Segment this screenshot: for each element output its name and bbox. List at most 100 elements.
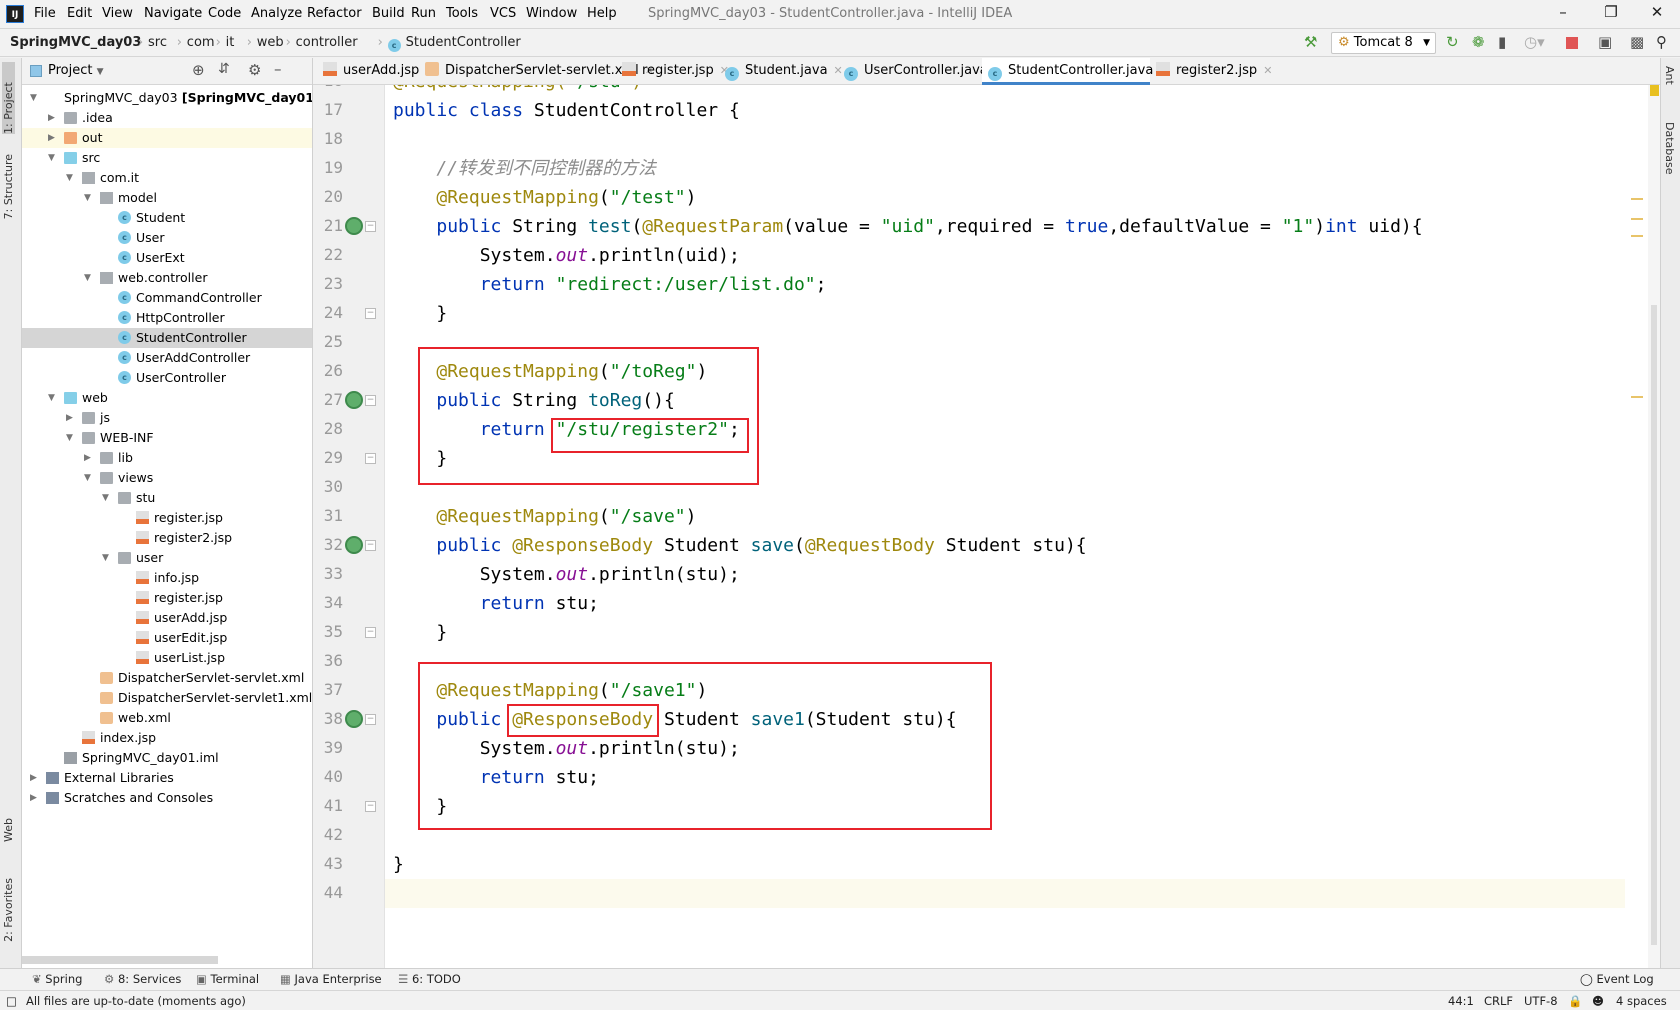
tree-item[interactable]: ▶ lib <box>22 448 312 468</box>
indent-setting[interactable]: 4 spaces <box>1616 994 1667 1008</box>
collapsed-arrow-icon[interactable]: ▶ <box>30 768 37 788</box>
ant-tool-tab[interactable]: Ant <box>1663 66 1676 85</box>
terminal-icon[interactable]: ▩ <box>1630 33 1644 51</box>
tab-dispatcherservlet-servlet-xml[interactable]: DispatcherServlet-servlet.xml ✕ <box>419 58 654 85</box>
expanded-arrow-icon[interactable]: ▼ <box>30 88 37 108</box>
scrollbar-thumb[interactable] <box>1651 305 1657 945</box>
tree-item[interactable]: ▶ out <box>22 128 312 148</box>
search-icon[interactable]: ⚲ <box>1656 33 1667 51</box>
tree-item[interactable]: ▼ views <box>22 468 312 488</box>
breadcrumb-item[interactable]: com <box>187 35 215 50</box>
collapsed-arrow-icon[interactable]: ▶ <box>30 788 37 808</box>
run-config-select[interactable]: ⚙ Tomcat 8 ▼ <box>1331 32 1436 54</box>
collapse-all-icon[interactable]: ⇵ <box>218 61 230 77</box>
expanded-arrow-icon[interactable]: ▼ <box>102 548 109 568</box>
breadcrumb-item[interactable]: src <box>148 35 167 50</box>
project-tool-tab[interactable]: 1: Project <box>2 62 15 134</box>
menu-window[interactable]: Window <box>526 6 577 21</box>
tree-item[interactable]: c CommandController <box>22 288 312 308</box>
collapsed-arrow-icon[interactable]: ▶ <box>48 128 55 148</box>
hammer-icon[interactable]: ⚒ <box>1304 33 1317 51</box>
tree-item[interactable]: register2.jsp <box>22 528 312 548</box>
tab-usercontroller-java[interactable]: cUserController.java✕ <box>838 58 1003 85</box>
horizontal-scrollbar[interactable] <box>22 956 218 964</box>
request-mapping-web-icon[interactable] <box>345 536 363 554</box>
editor-scrollbar[interactable] <box>1648 85 1660 968</box>
tree-item[interactable]: ▼ web.controller <box>22 268 312 288</box>
tree-item[interactable]: DispatcherServlet-servlet.xml <box>22 668 312 688</box>
tab-register2-jsp[interactable]: register2.jsp ✕ <box>1150 58 1313 85</box>
tree-item[interactable]: c UserController <box>22 368 312 388</box>
expanded-arrow-icon[interactable]: ▼ <box>48 388 55 408</box>
tree-item[interactable]: c UserExt <box>22 248 312 268</box>
stop-icon[interactable] <box>1566 37 1578 49</box>
request-mapping-web-icon[interactable] <box>345 391 363 409</box>
tree-item[interactable]: register.jsp <box>22 588 312 608</box>
line-separator[interactable]: CRLF <box>1484 994 1513 1008</box>
tree-item[interactable]: ▼ user <box>22 548 312 568</box>
fold-marker-icon[interactable]: − <box>365 540 376 551</box>
tab-student-java[interactable]: c Student.java ✕ <box>719 58 843 85</box>
tree-item[interactable]: ▼ web <box>22 388 312 408</box>
tree-item[interactable]: c User <box>22 228 312 248</box>
tree-item[interactable]: index.jsp <box>22 728 312 748</box>
caret-position[interactable]: 44:1 <box>1448 994 1474 1008</box>
menu-vcs[interactable]: VCS <box>490 6 516 21</box>
tree-item[interactable]: register.jsp <box>22 508 312 528</box>
menu-view[interactable]: View <box>102 6 133 21</box>
tree-item[interactable]: ▶ External Libraries <box>22 768 312 788</box>
tree-item[interactable]: ▶ Scratches and Consoles <box>22 788 312 808</box>
fold-marker-icon[interactable]: − <box>365 801 376 812</box>
tab-useradd-jsp[interactable]: userAdd.jsp✕ <box>317 58 435 85</box>
locate-icon[interactable]: ⊕ <box>192 61 205 79</box>
expanded-arrow-icon[interactable]: ▼ <box>48 148 55 168</box>
expanded-arrow-icon[interactable]: ▼ <box>102 488 109 508</box>
tree-item[interactable]: userEdit.jsp <box>22 628 312 648</box>
file-encoding[interactable]: UTF-8 <box>1524 994 1558 1008</box>
fold-marker-icon[interactable]: − <box>365 221 376 232</box>
fold-marker-icon[interactable]: − <box>365 308 376 319</box>
breadcrumb-item[interactable]: web <box>257 35 284 50</box>
fold-marker-icon[interactable]: − <box>365 453 376 464</box>
tool-terminal[interactable]: ▣ Terminal <box>196 972 259 986</box>
breadcrumb-item[interactable]: it <box>226 35 235 50</box>
minimize-button[interactable]: – <box>1548 3 1578 21</box>
favorites-tool-tab[interactable]: 2: Favorites <box>2 878 15 942</box>
project-structure-icon[interactable]: ▣ <box>1598 33 1612 51</box>
tree-item[interactable]: DispatcherServlet-servlet1.xml <box>22 688 312 708</box>
structure-tool-tab[interactable]: 7: Structure <box>2 154 15 219</box>
tab-register-jsp[interactable]: register.jsp ✕ <box>616 58 729 85</box>
request-mapping-web-icon[interactable] <box>345 710 363 728</box>
tree-item[interactable]: ▶ js <box>22 408 312 428</box>
menu-tools[interactable]: Tools <box>446 6 478 21</box>
lock-icon[interactable]: 🔒 <box>1568 994 1582 1008</box>
fold-marker-icon[interactable]: − <box>365 395 376 406</box>
request-mapping-web-icon[interactable] <box>345 217 363 235</box>
tree-item[interactable]: c StudentController <box>22 328 312 348</box>
menu-analyze[interactable]: Analyze <box>251 6 302 21</box>
menu-file[interactable]: File <box>34 6 56 21</box>
close-button[interactable]: ✕ <box>1642 3 1672 21</box>
profile-icon[interactable]: ◷▾ <box>1524 33 1545 51</box>
tree-item[interactable]: ▼ stu <box>22 488 312 508</box>
menu-refactor[interactable]: Refactor <box>307 6 362 21</box>
expanded-arrow-icon[interactable]: ▼ <box>66 168 73 188</box>
breadcrumb-item[interactable]: SpringMVC_day03 <box>10 35 141 50</box>
coverage-icon[interactable]: ▮ <box>1498 33 1506 51</box>
close-tab-icon[interactable]: ✕ <box>1263 64 1272 77</box>
breadcrumb-item[interactable]: controller <box>296 35 358 50</box>
tool-java-enterprise[interactable]: ▦ Java Enterprise <box>280 972 382 986</box>
database-tool-tab[interactable]: Database <box>1663 122 1676 175</box>
fold-marker-icon[interactable]: − <box>365 714 376 725</box>
tool-6-todo[interactable]: ☰ 6: TODO <box>398 972 461 986</box>
tree-item[interactable]: c UserAddController <box>22 348 312 368</box>
gear-icon[interactable]: ⚙ <box>248 61 261 79</box>
menu-edit[interactable]: Edit <box>67 6 92 21</box>
tab-studentcontroller-java[interactable]: cStudentController.java✕ <box>982 58 1169 85</box>
tree-item[interactable]: ▼ SpringMVC_day03 [SpringMVC_day01] D:\ <box>22 88 312 108</box>
tool-spring[interactable]: ❦ Spring <box>32 972 82 986</box>
event-log-button[interactable]: ◯ Event Log <box>1580 972 1654 986</box>
menu-help[interactable]: Help <box>587 6 617 21</box>
tree-item[interactable]: info.jsp <box>22 568 312 588</box>
debug-icon[interactable]: ❁ <box>1472 33 1485 51</box>
